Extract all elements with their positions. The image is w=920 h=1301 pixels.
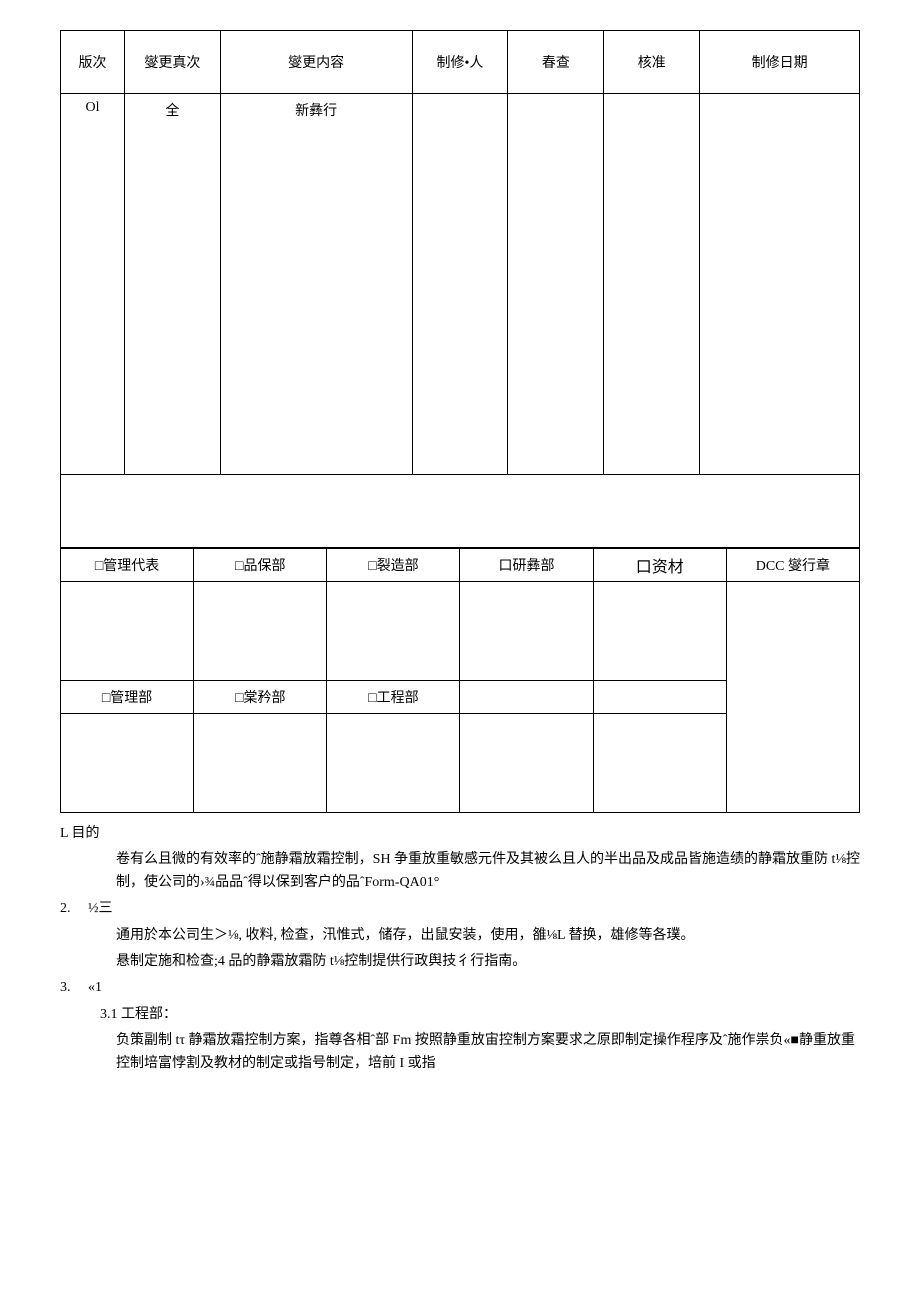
section-3-num: 3. <box>60 977 88 999</box>
dept-biz: □棠矜部 <box>194 681 327 714</box>
revision-history-table: 版次 燮更真次 燮更内容 制修•人 春查 核准 制修日期 Ol 全 新彝行 <box>60 30 860 548</box>
sig-cell <box>593 582 726 681</box>
cell-author <box>412 94 508 475</box>
cell-change-content: 新彝行 <box>220 94 412 475</box>
dcc-stamp: DCC 燮行章 <box>726 549 859 582</box>
section-2-p1: 通用於本公司生＞⅛, 收料, 检查，汛惟式，储存，出鼠安装，使用，雒⅛L 替换，… <box>60 925 860 947</box>
table-header-row: 版次 燮更真次 燮更内容 制修•人 春查 核准 制修日期 <box>61 31 860 94</box>
section-1-title: L 目的 <box>60 823 860 845</box>
sig-cell <box>593 714 726 813</box>
cell-change-page: 全 <box>124 94 220 475</box>
sig-cell <box>61 714 194 813</box>
col-change-content: 燮更内容 <box>220 31 412 94</box>
dept-rd: 口研彝部 <box>460 549 593 582</box>
empty-cell <box>460 681 593 714</box>
sig-cell <box>194 582 327 681</box>
sig-cell <box>460 714 593 813</box>
signoff-table: □管理代表 □品保部 □裂造部 口研彝部 口资材 DCC 燮行章 □管理部 □棠… <box>60 548 860 813</box>
sig-cell <box>327 582 460 681</box>
section-2-p2: 悬制定施和检查;4 品的静霜放霜防 t⅛控制提供行政舆技彳行指南。 <box>60 951 860 973</box>
col-change-page: 燮更真次 <box>124 31 220 94</box>
dept-qa: □品保部 <box>194 549 327 582</box>
sig-cell <box>460 582 593 681</box>
dcc-stamp-cell <box>726 582 859 813</box>
section-2-header: 2. ½三 <box>60 898 860 920</box>
col-review: 春查 <box>508 31 604 94</box>
cell-version: Ol <box>61 94 125 475</box>
sig-cell <box>194 714 327 813</box>
dept-material: 口资材 <box>593 549 726 582</box>
cell-approve <box>604 94 700 475</box>
table-gap-row <box>61 475 860 548</box>
section-3-sub: 3.1 工程部： <box>60 1004 860 1026</box>
section-1-p1: 卷有么且微的有效率的ˆ施静霜放霜控制，SH 争重放重敏感元件及其被么且人的半出品… <box>60 849 860 894</box>
section-3-p1: 负策副制 tτ 静霜放霜控制方案，指尊各相ˆ部 Fm 按照静重放宙控制方案要求之… <box>60 1030 860 1075</box>
section-3-title: «1 <box>88 977 860 999</box>
col-date: 制修日期 <box>700 31 860 94</box>
table-row: Ol 全 新彝行 <box>61 94 860 475</box>
dept-mgmt-rep: □管理代表 <box>61 549 194 582</box>
sig-cell <box>61 582 194 681</box>
sig-cell <box>327 714 460 813</box>
body-content: L 目的 卷有么且微的有效率的ˆ施静霜放霜控制，SH 争重放重敏感元件及其被么且… <box>60 823 860 1075</box>
col-author: 制修•人 <box>412 31 508 94</box>
empty-cell <box>593 681 726 714</box>
section-2-title: ½三 <box>88 898 860 920</box>
col-version: 版次 <box>61 31 125 94</box>
dept-eng: □工程部 <box>327 681 460 714</box>
cell-review <box>508 94 604 475</box>
signoff-header-row-1: □管理代表 □品保部 □裂造部 口研彝部 口资材 DCC 燮行章 <box>61 549 860 582</box>
gap-cell <box>61 475 860 548</box>
signoff-sig-row-1 <box>61 582 860 681</box>
section-2-num: 2. <box>60 898 88 920</box>
col-approve: 核准 <box>604 31 700 94</box>
dept-mfg: □裂造部 <box>327 549 460 582</box>
section-3-header: 3. «1 <box>60 977 860 999</box>
cell-date <box>700 94 860 475</box>
dept-admin: □管理部 <box>61 681 194 714</box>
